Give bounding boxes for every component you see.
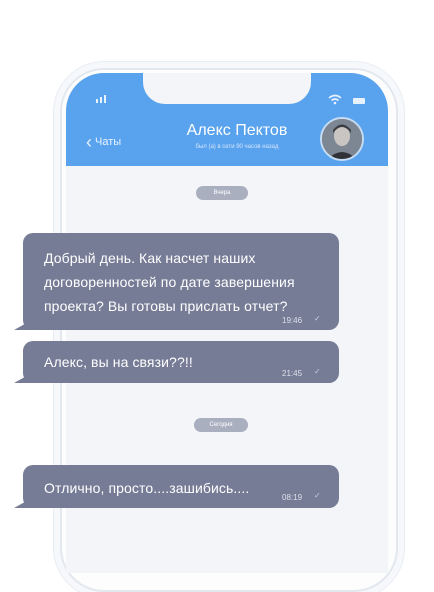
contact-status: был (а) в сети 90 часов назад <box>195 144 279 150</box>
phone-side-button <box>53 155 56 183</box>
wifi-icon <box>328 94 342 105</box>
message-bubble[interactable]: Отлично, просто....зашибись.... 08:19 ✓ <box>23 465 339 508</box>
chat-header: ‹ Чаты Алекс Пектов был (а) в сети 90 ча… <box>66 73 388 166</box>
phone-side-button <box>53 195 56 223</box>
message-time: 08:19 <box>282 493 303 502</box>
message-time: 21:45 <box>282 369 303 378</box>
message-bubble[interactable]: Алекс, вы на связи??!! 21:45 ✓ <box>23 341 339 383</box>
signal-bars-icon <box>96 95 106 103</box>
back-button[interactable]: ‹ Чаты <box>86 132 122 152</box>
phone-side-button <box>398 175 401 220</box>
back-label: Чаты <box>95 136 122 148</box>
chevron-left-icon: ‹ <box>86 132 92 152</box>
avatar-photo <box>322 119 362 159</box>
message-text: Алекс, вы на связи??!! <box>44 354 193 370</box>
phone-notch <box>143 73 311 104</box>
contact-name: Алекс Пектов <box>186 122 288 139</box>
message-text: Добрый день. Как насчет наших договоренн… <box>44 250 295 314</box>
check-icon: ✓ <box>314 314 321 323</box>
avatar[interactable] <box>320 117 364 161</box>
check-icon: ✓ <box>314 367 321 376</box>
message-bubble[interactable]: Добрый день. Как насчет наших договоренн… <box>23 233 339 330</box>
battery-icon <box>353 98 365 104</box>
date-divider-today: Сегодня <box>194 418 248 432</box>
message-time: 19:46 <box>282 316 303 325</box>
check-icon: ✓ <box>314 491 321 500</box>
date-divider-yesterday: Вчера <box>196 186 248 200</box>
message-text: Отлично, просто....зашибись.... <box>44 480 250 496</box>
